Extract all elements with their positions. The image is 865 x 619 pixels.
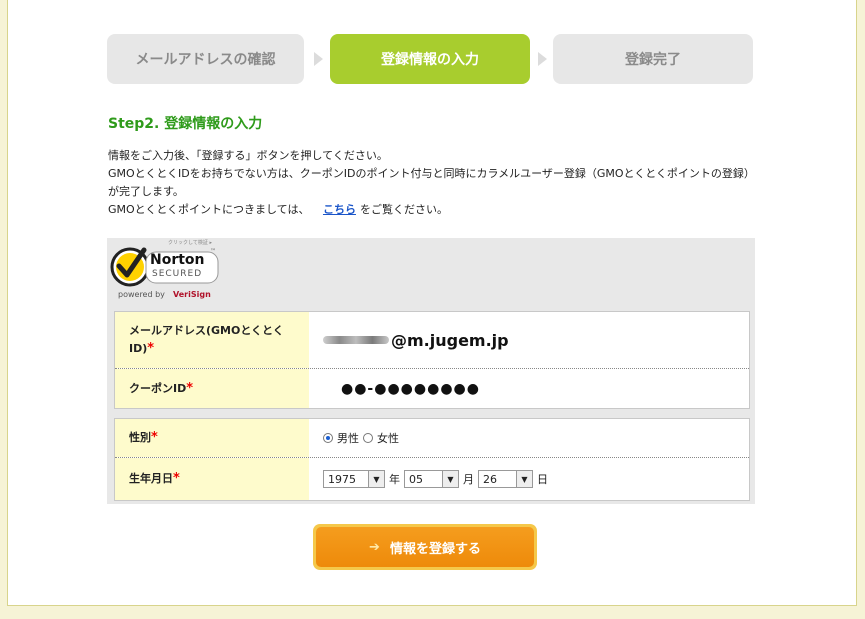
chevron-down-icon: ▼ xyxy=(516,471,532,487)
coupon-value: ●●-●●●●●●●● xyxy=(341,380,480,397)
gender-row: 性別* 男性 女性 xyxy=(115,419,749,457)
step-arrow-icon xyxy=(314,52,323,66)
required-mark: * xyxy=(186,380,194,396)
birthdate-label: 生年月日* xyxy=(115,458,309,500)
intro-text: 情報をご入力後、「登録する」ボタンを押してください。 GMOとくとくIDをお持ち… xyxy=(108,147,753,219)
step-label: 登録完了 xyxy=(625,52,681,68)
birth-month-select[interactable]: 05 ▼ xyxy=(404,470,459,488)
required-mark: * xyxy=(173,471,180,486)
birth-year-select[interactable]: 1975 ▼ xyxy=(323,470,385,488)
step-registration-input: 登録情報の入力 xyxy=(330,34,530,84)
norton-secured-badge[interactable]: クリックして検証 ▸ Norton ™ SECURED powered by V… xyxy=(110,240,220,302)
intro-line: 情報をご入力後、「登録する」ボタンを押してください。 xyxy=(108,149,388,162)
account-info-table: メールアドレス(GMOとくとくID)* @m.jugem.jp クーポンID* … xyxy=(114,311,750,409)
gender-label: 性別* xyxy=(115,419,309,457)
submit-label: 情報を登録する xyxy=(389,541,481,557)
gender-option-label: 男性 xyxy=(337,432,359,445)
birthdate-row: 生年月日* 1975 ▼ 年 05 ▼ 月 26 ▼ 日 xyxy=(115,457,749,500)
page-title: Step2. 登録情報の入力 xyxy=(108,116,263,132)
coupon-label: クーポンID* xyxy=(115,369,309,408)
gender-radio-female[interactable] xyxy=(363,433,373,443)
required-mark: * xyxy=(151,430,158,445)
birthdate-selects: 1975 ▼ 年 05 ▼ 月 26 ▼ 日 xyxy=(309,458,749,500)
birth-day-select[interactable]: 26 ▼ xyxy=(478,470,533,488)
points-info-link[interactable]: こちら xyxy=(323,203,356,216)
step-arrow-icon xyxy=(538,52,547,66)
chevron-down-icon: ▼ xyxy=(368,471,384,487)
masked-email-local-part xyxy=(323,336,389,344)
intro-line: GMOとくとくIDをお持ちでない方は、クーポンIDのポイント付与と同時にカラメル… xyxy=(108,167,750,198)
intro-line: GMOとくとくポイントにつきましては、 こちら をご覧ください。 xyxy=(108,203,448,216)
register-submit-button[interactable]: ➔ 情報を登録する xyxy=(313,524,537,570)
gender-option-label: 女性 xyxy=(377,432,399,445)
chevron-down-icon: ▼ xyxy=(442,471,458,487)
coupon-row: クーポンID* ●●-●●●●●●●● xyxy=(115,368,749,408)
gender-radio-male[interactable] xyxy=(323,433,333,443)
email-row: メールアドレス(GMOとくとくID)* @m.jugem.jp xyxy=(115,312,749,368)
arrow-right-icon: ➔ xyxy=(369,539,380,555)
email-value: @m.jugem.jp xyxy=(309,312,749,368)
email-label: メールアドレス(GMOとくとくID)* xyxy=(115,312,309,368)
step-label: メールアドレスの確認 xyxy=(135,52,276,68)
gender-options: 男性 女性 xyxy=(309,419,749,457)
step-label: 登録情報の入力 xyxy=(381,52,479,68)
step-complete: 登録完了 xyxy=(553,34,753,84)
step-email-confirm: メールアドレスの確認 xyxy=(107,34,304,84)
required-mark: * xyxy=(147,341,155,356)
profile-info-table: 性別* 男性 女性 生年月日* 1975 ▼ 年 05 ▼ 月 26 ▼ 日 xyxy=(114,418,750,501)
